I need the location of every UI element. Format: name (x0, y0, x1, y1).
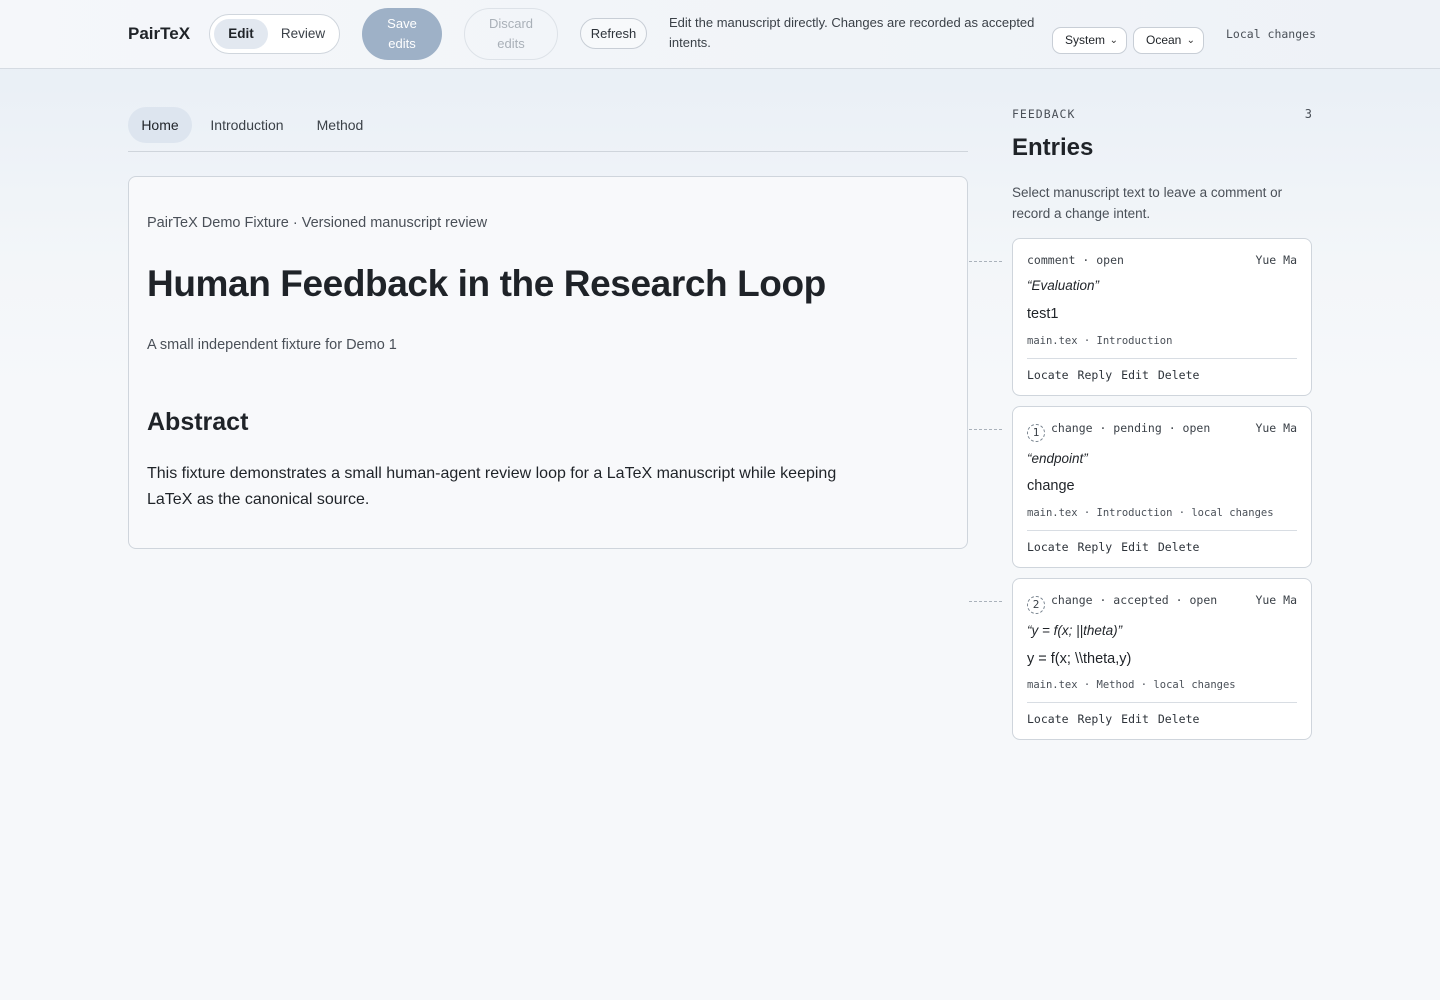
entry-author: Yue Ma (1255, 253, 1297, 267)
reply-button[interactable]: Reply (1078, 368, 1113, 382)
feedback-description: Select manuscript text to leave a commen… (1012, 185, 1283, 221)
entry-meta: 2 change · accepted · open (1027, 593, 1217, 614)
mode-edit-button[interactable]: Edit (214, 19, 268, 49)
entry-meta: 1 change · pending · open (1027, 421, 1210, 442)
manuscript-meta: PairTeX Demo Fixture · Versioned manuscr… (147, 215, 488, 231)
entry-quote: “y = f(x; ||theta)” (1027, 623, 1123, 638)
feedback-entry[interactable]: comment · open Yue Ma “Evaluation” test1… (1012, 238, 1312, 396)
entry-number: 1 (1027, 424, 1045, 442)
locate-button[interactable]: Locate (1027, 368, 1069, 382)
feedback-title: Entries (1012, 134, 1094, 161)
entry-actions: Locate Reply Edit Delete (1027, 712, 1208, 726)
entry-number: 2 (1027, 596, 1045, 614)
discard-edits-label-line1: Discard (488, 16, 534, 31)
feedback-count: 3 (1304, 107, 1312, 121)
manuscript-card: PairTeX Demo Fixture · Versioned manuscr… (128, 176, 968, 549)
top-bar: PairTeX Edit Review Save edits Discard e… (0, 0, 1440, 69)
chevron-down-icon: ⌄ (1186, 35, 1195, 46)
discard-edits-label-line2: edits (497, 36, 525, 51)
entry-connector (969, 261, 1002, 262)
palette-select[interactable]: Ocean ⌄ (1133, 27, 1204, 54)
manuscript-title: Human Feedback in the Research Loop (147, 263, 826, 304)
delete-button[interactable]: Delete (1158, 540, 1200, 554)
tab-home[interactable]: Home (128, 107, 192, 143)
reply-button[interactable]: Reply (1078, 540, 1113, 554)
entry-connector (969, 429, 1002, 430)
entry-location: main.tex · Method · local changes (1027, 679, 1236, 691)
entry-meta: comment · open (1027, 253, 1124, 267)
entry-actions: Locate Reply Edit Delete (1027, 540, 1208, 554)
theme-select-value: System (1065, 33, 1106, 47)
edit-button[interactable]: Edit (1121, 712, 1149, 726)
app-brand: PairTeX (128, 24, 191, 43)
entry-author: Yue Ma (1255, 593, 1297, 607)
save-edits-button[interactable]: Save edits (362, 8, 442, 60)
entry-divider (1027, 358, 1297, 359)
entry-connector (969, 601, 1002, 602)
save-edits-label-line2: edits (388, 36, 416, 51)
reply-button[interactable]: Reply (1078, 712, 1113, 726)
entry-quote: “endpoint” (1027, 451, 1088, 466)
manuscript-subtitle: A small independent fixture for Demo 1 (147, 337, 397, 353)
feedback-entry[interactable]: 2 change · accepted · open Yue Ma “y = f(… (1012, 578, 1312, 740)
discard-edits-button[interactable]: Discard edits (464, 8, 558, 60)
edit-button[interactable]: Edit (1121, 540, 1149, 554)
mode-review-button[interactable]: Review (272, 19, 334, 49)
section-tabs: Home Introduction Method (128, 107, 968, 152)
local-changes-status: Local changes (1226, 27, 1317, 41)
entry-location: main.tex · Introduction (1027, 335, 1173, 347)
entry-text: test1 (1027, 306, 1059, 322)
refresh-button[interactable]: Refresh (580, 18, 647, 49)
edit-button[interactable]: Edit (1121, 368, 1149, 382)
save-edits-label-line1: Save (387, 16, 417, 31)
chevron-down-icon: ⌄ (1109, 35, 1118, 46)
abstract-text[interactable]: This fixture demonstrates a small human-… (147, 461, 867, 513)
tab-introduction[interactable]: Introduction (204, 107, 290, 143)
palette-select-value: Ocean (1146, 33, 1182, 47)
section-heading-abstract: Abstract (147, 408, 249, 436)
entry-divider (1027, 702, 1297, 703)
entry-divider (1027, 530, 1297, 531)
tab-method[interactable]: Method (310, 107, 370, 143)
entry-quote: “Evaluation” (1027, 278, 1100, 293)
locate-button[interactable]: Locate (1027, 540, 1069, 554)
locate-button[interactable]: Locate (1027, 712, 1069, 726)
delete-button[interactable]: Delete (1158, 368, 1200, 382)
entry-author: Yue Ma (1255, 421, 1297, 435)
mode-toggle: Edit Review (209, 14, 340, 54)
theme-select[interactable]: System ⌄ (1052, 27, 1127, 54)
entry-location: main.tex · Introduction · local changes (1027, 507, 1274, 519)
feedback-label: FEEDBACK (1012, 107, 1076, 121)
entry-text: change (1027, 478, 1075, 494)
entry-meta-text: change · pending · open (1051, 421, 1211, 435)
entry-meta-text: change · accepted · open (1051, 593, 1218, 607)
mode-hint-text: Edit the manuscript directly. Changes ar… (669, 15, 1035, 50)
entry-actions: Locate Reply Edit Delete (1027, 368, 1208, 382)
entry-text: y = f(x; \\theta,y) (1027, 651, 1132, 667)
feedback-entry[interactable]: 1 change · pending · open Yue Ma “endpoin… (1012, 406, 1312, 568)
delete-button[interactable]: Delete (1158, 712, 1200, 726)
